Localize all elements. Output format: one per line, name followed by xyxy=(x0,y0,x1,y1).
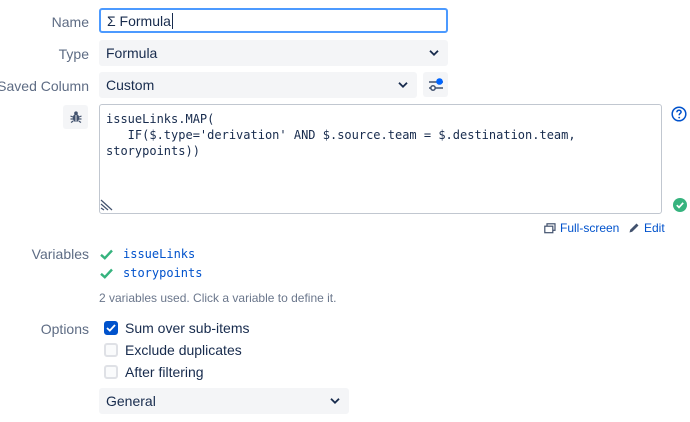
variable-item[interactable]: storypoints xyxy=(100,266,202,280)
after-filtering-checkbox[interactable] xyxy=(104,365,118,379)
resize-handle-icon[interactable] xyxy=(100,199,114,211)
chevron-down-icon xyxy=(398,82,408,88)
fullscreen-label: Full-screen xyxy=(560,221,620,235)
variable-item[interactable]: issueLinks xyxy=(100,247,195,261)
exclude-duplicates-checkbox[interactable] xyxy=(104,343,118,357)
type-select-value: Formula xyxy=(106,45,158,61)
exclude-duplicates-label: Exclude duplicates xyxy=(125,342,242,358)
name-label: Name xyxy=(51,14,89,30)
sum-over-subitems-checkbox[interactable] xyxy=(104,321,118,335)
variables-hint: 2 variables used. Click a variable to de… xyxy=(99,291,337,305)
pencil-icon xyxy=(629,223,639,233)
type-select[interactable]: Formula xyxy=(99,40,448,66)
name-input[interactable]: Σ Formula xyxy=(99,8,448,33)
bug-icon xyxy=(69,111,82,124)
variable-name: issueLinks xyxy=(123,247,196,261)
format-select-value: General xyxy=(106,393,156,409)
sum-over-subitems-label: Sum over sub-items xyxy=(125,320,250,336)
after-filtering-option[interactable]: After filtering xyxy=(104,364,204,380)
formula-line: issueLinks.MAP( xyxy=(106,112,215,126)
text-caret xyxy=(171,12,173,29)
saved-column-label: Saved Column xyxy=(0,78,89,94)
checkmark-icon xyxy=(106,324,116,332)
sliders-icon xyxy=(428,77,443,91)
format-select[interactable]: General xyxy=(99,388,349,414)
after-filtering-label: After filtering xyxy=(125,364,204,380)
formula-line: storypoints)) xyxy=(106,144,200,158)
valid-check-icon xyxy=(673,198,687,212)
check-icon xyxy=(100,268,113,279)
formula-line: IF($.type='derivation' AND $.source.team… xyxy=(106,128,576,142)
saved-column-select-value: Custom xyxy=(106,77,155,93)
saved-column-select[interactable]: Custom xyxy=(99,72,417,98)
column-settings-button[interactable] xyxy=(423,72,448,97)
exclude-duplicates-option[interactable]: Exclude duplicates xyxy=(104,342,242,358)
formula-editor[interactable]: issueLinks.MAP( IF($.type='derivation' A… xyxy=(99,104,662,214)
name-input-value: Σ Formula xyxy=(107,12,171,29)
check-icon xyxy=(100,249,113,260)
edit-label: Edit xyxy=(644,221,665,235)
help-icon[interactable] xyxy=(671,106,687,122)
chevron-down-icon xyxy=(330,398,340,404)
type-label: Type xyxy=(58,46,89,62)
debug-button[interactable] xyxy=(63,105,88,129)
edit-link[interactable]: Edit xyxy=(628,221,665,235)
fullscreen-link[interactable]: Full-screen xyxy=(544,221,619,235)
sum-over-subitems-option[interactable]: Sum over sub-items xyxy=(104,320,249,336)
fullscreen-icon xyxy=(544,222,556,233)
options-label: Options xyxy=(40,321,89,337)
variable-name: storypoints xyxy=(123,266,203,280)
variables-label: Variables xyxy=(31,246,89,262)
chevron-down-icon xyxy=(429,50,439,56)
